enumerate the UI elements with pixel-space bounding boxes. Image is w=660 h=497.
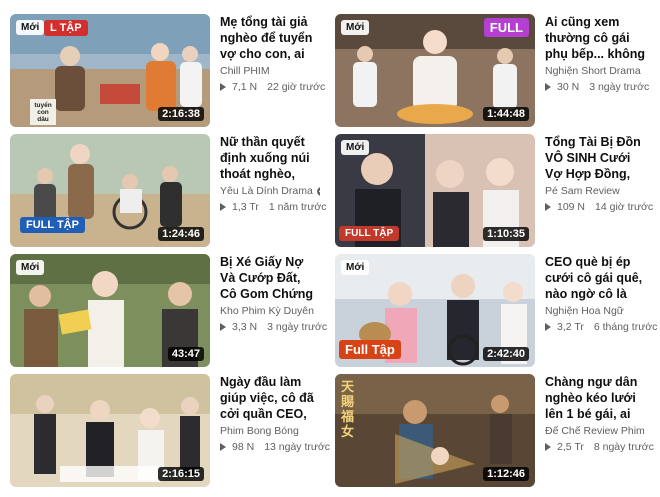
- video-card[interactable]: Mới FULL 1:44:48 Ai cũng xem thường cô g…: [325, 14, 649, 129]
- video-thumbnail[interactable]: Mới 43:47: [10, 254, 210, 367]
- video-thumbnail[interactable]: Mới FULL 1:44:48: [335, 14, 535, 127]
- channel-name[interactable]: Nghiện Hoa Ngữ: [545, 305, 645, 317]
- video-title[interactable]: Tổng Tài Bị Đồn VÔ SINH Cưới Vợ Hợp Đồng…: [545, 134, 645, 182]
- play-icon: [220, 443, 226, 451]
- video-meta: Nữ thần quyết định xuống núi thoát nghèo…: [220, 134, 327, 247]
- play-icon: [545, 203, 551, 211]
- full-episode-label: L TẬP: [44, 20, 88, 36]
- verified-icon: [316, 186, 320, 196]
- video-meta: Chàng ngư dân nghèo kéo lưới lên 1 bé gá…: [545, 374, 654, 487]
- channel-name[interactable]: Kho Phim Kỳ Duyên: [220, 305, 320, 317]
- video-title[interactable]: Chàng ngư dân nghèo kéo lưới lên 1 bé gá…: [545, 374, 645, 422]
- duration-badge: 2:16:15: [158, 467, 204, 481]
- view-count: 3,2 Tr: [557, 321, 584, 333]
- new-badge: Mới: [16, 260, 45, 275]
- play-icon: [545, 323, 551, 331]
- video-card[interactable]: Mới L TẬP tuyển con dâu 2:16:38 Mẹ tổng …: [0, 14, 325, 129]
- video-stats: 30 N 3 ngày trước: [545, 81, 649, 93]
- channel-name[interactable]: Chill PHIM: [220, 65, 320, 77]
- video-title[interactable]: Ngày đầu làm giúp việc, cô đã cởi quần C…: [220, 374, 320, 422]
- duration-badge: 1:12:46: [483, 467, 529, 481]
- channel-name[interactable]: Nghiện Short Drama: [545, 65, 645, 77]
- upload-age: 22 giờ trước: [267, 81, 326, 93]
- view-count: 30 N: [557, 81, 580, 93]
- duration-badge: 1:24:46: [158, 227, 204, 241]
- video-grid: Mới L TẬP tuyển con dâu 2:16:38 Mẹ tổng …: [0, 0, 660, 497]
- video-title[interactable]: Ai cũng xem thường cô gái phụ bếp... khô…: [545, 14, 645, 62]
- play-icon: [220, 83, 226, 91]
- thumbnail-calligraphy: 天賜福女: [341, 380, 355, 440]
- video-card[interactable]: FULL TẬP 1:24:46 Nữ thần quyết định xuốn…: [0, 134, 327, 249]
- channel-name[interactable]: Phim Bong Bóng: [220, 425, 320, 437]
- play-icon: [545, 83, 551, 91]
- video-meta: Bị Xé Giấy Nợ Và Cướp Đất, Cô Gom Chứng …: [220, 254, 327, 367]
- video-meta: Ai cũng xem thường cô gái phụ bếp... khô…: [545, 14, 649, 127]
- video-thumbnail[interactable]: 天賜福女 1:12:46: [335, 374, 535, 487]
- video-meta: Tổng Tài Bị Đồn VÔ SINH Cưới Vợ Hợp Đồng…: [545, 134, 653, 247]
- video-meta: Ngày đầu làm giúp việc, cô đã cởi quần C…: [220, 374, 330, 487]
- video-stats: 7,1 N 22 giờ trước: [220, 81, 325, 93]
- view-count: 7,1 N: [232, 81, 258, 93]
- full-episode-label: FULL TẬP: [20, 217, 85, 233]
- duration-badge: 1:44:48: [483, 107, 529, 121]
- video-card[interactable]: 2:16:15 Ngày đầu làm giúp việc, cô đã cở…: [0, 374, 330, 489]
- upload-age: 3 ngày trước: [267, 321, 328, 333]
- view-count: 98 N: [232, 441, 255, 453]
- view-count: 3,3 N: [232, 321, 258, 333]
- video-thumbnail[interactable]: FULL TẬP 1:24:46: [10, 134, 210, 247]
- video-card[interactable]: Mới 43:47 Bị Xé Giấy Nợ Và Cướp Đất, Cô …: [0, 254, 327, 369]
- video-title[interactable]: Nữ thần quyết định xuống núi thoát nghèo…: [220, 134, 320, 182]
- new-badge: Mới: [16, 20, 45, 35]
- channel-name[interactable]: Pé Sam Review: [545, 185, 645, 197]
- video-stats: 2,5 Tr 8 ngày trước: [545, 441, 654, 453]
- video-meta: CEO què bị ép cưới cô gái quê, nào ngờ c…: [545, 254, 657, 367]
- video-card[interactable]: 天賜福女 1:12:46 Chàng ngư dân nghèo kéo lướ…: [325, 374, 654, 489]
- video-stats: 3,2 Tr 6 tháng trước: [545, 321, 657, 333]
- view-count: 109 N: [557, 201, 586, 213]
- video-card[interactable]: Mới FULL TẬP 1:10:35 Tổng Tài Bị Đồn VÔ …: [325, 134, 653, 249]
- thumbnail-sign: tuyển con dâu: [34, 102, 52, 123]
- duration-badge: 43:47: [167, 347, 204, 361]
- channel-name[interactable]: Yêu Là Dính Drama: [220, 185, 320, 197]
- duration-badge: 2:16:38: [158, 107, 204, 121]
- full-episode-label: FULL: [483, 18, 529, 37]
- video-stats: 1,3 Tr 1 năm trước: [220, 201, 327, 213]
- video-meta: Mẹ tổng tài giả nghèo để tuyển vợ cho co…: [220, 14, 325, 127]
- new-badge: Mới: [341, 140, 370, 155]
- full-episode-label: FULL TẬP: [339, 226, 400, 241]
- upload-age: 13 ngày trước: [264, 441, 331, 453]
- upload-age: 3 ngày trước: [589, 81, 650, 93]
- play-icon: [220, 323, 226, 331]
- video-stats: 98 N 13 ngày trước: [220, 441, 330, 453]
- upload-age: 6 tháng trước: [593, 321, 658, 333]
- video-thumbnail[interactable]: Mới Full Tập 2:42:40: [335, 254, 535, 367]
- video-thumbnail[interactable]: Mới FULL TẬP 1:10:35: [335, 134, 535, 247]
- video-title[interactable]: Bị Xé Giấy Nợ Và Cướp Đất, Cô Gom Chứng …: [220, 254, 320, 302]
- video-thumbnail[interactable]: 2:16:15: [10, 374, 210, 487]
- view-count: 2,5 Tr: [557, 441, 584, 453]
- video-title[interactable]: Mẹ tổng tài giả nghèo để tuyển vợ cho co…: [220, 14, 320, 62]
- play-icon: [545, 443, 551, 451]
- upload-age: 1 năm trước: [268, 201, 327, 213]
- video-stats: 109 N 14 giờ trước: [545, 201, 653, 213]
- channel-name[interactable]: Đế Chế Review Phim: [545, 425, 645, 437]
- full-episode-label: Full Tập: [339, 340, 401, 359]
- upload-age: 8 ngày trước: [593, 441, 654, 453]
- duration-badge: 1:10:35: [483, 227, 529, 241]
- video-title[interactable]: CEO què bị ép cưới cô gái quê, nào ngờ c…: [545, 254, 645, 302]
- play-icon: [220, 203, 226, 211]
- new-badge: Mới: [341, 20, 370, 35]
- video-card[interactable]: Mới Full Tập 2:42:40 CEO què bị ép cưới …: [325, 254, 657, 369]
- view-count: 1,3 Tr: [232, 201, 259, 213]
- video-stats: 3,3 N 3 ngày trước: [220, 321, 327, 333]
- duration-badge: 2:42:40: [483, 347, 529, 361]
- upload-age: 14 giờ trước: [595, 201, 654, 213]
- new-badge: Mới: [341, 260, 370, 275]
- video-thumbnail[interactable]: Mới L TẬP tuyển con dâu 2:16:38: [10, 14, 210, 127]
